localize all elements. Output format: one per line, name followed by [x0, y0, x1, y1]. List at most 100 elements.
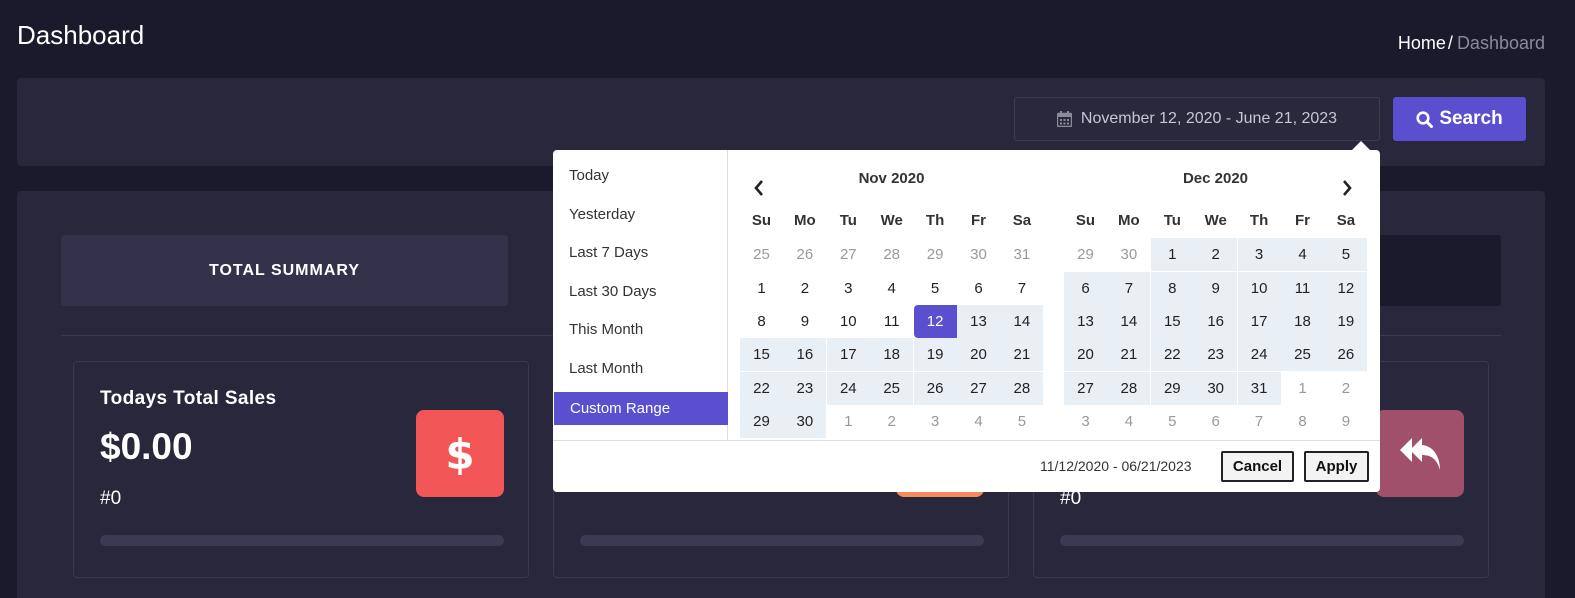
calendar-day-in-range[interactable]: 17 — [826, 338, 870, 371]
calendar-day[interactable]: 4 — [957, 405, 1000, 438]
calendar-day[interactable]: 5 — [1151, 405, 1194, 438]
range-yesterday[interactable]: Yesterday — [554, 198, 728, 231]
range-today[interactable]: Today — [554, 159, 728, 192]
calendar-day[interactable]: 27 — [827, 238, 870, 271]
calendar-day[interactable]: 2 — [1324, 372, 1367, 405]
calendar-day-in-range[interactable]: 10 — [1237, 272, 1281, 305]
calendar-day-in-range[interactable]: 24 — [826, 372, 870, 405]
calendar-day-in-range[interactable]: 7 — [1107, 272, 1151, 305]
calendar-day[interactable]: 8 — [1281, 405, 1324, 438]
calendar-day-in-range[interactable]: 19 — [913, 338, 957, 371]
calendar-day-in-range[interactable]: 28 — [1000, 372, 1044, 405]
calendar-day-in-range[interactable]: 29 — [1150, 372, 1194, 405]
calendar-day-in-range[interactable]: 13 — [957, 305, 1000, 338]
calendar-day-in-range[interactable]: 23 — [1194, 338, 1238, 371]
calendar-day-in-range[interactable]: 29 — [740, 405, 783, 438]
calendar-day-in-range[interactable]: 16 — [783, 338, 827, 371]
calendar-day[interactable]: 3 — [1064, 405, 1107, 438]
calendar-day[interactable]: 2 — [870, 405, 913, 438]
calendar-day-selected-start[interactable]: 12 — [913, 305, 957, 338]
range-custom[interactable]: Custom Range — [554, 392, 728, 425]
calendar-day[interactable]: 5 — [914, 272, 957, 305]
range-this-month[interactable]: This Month — [554, 313, 728, 346]
calendar-day[interactable]: 8 — [740, 305, 783, 338]
calendar-day-in-range[interactable]: 2 — [1194, 238, 1238, 271]
calendar-day-in-range[interactable]: 15 — [1150, 305, 1194, 338]
calendar-day[interactable]: 30 — [1107, 238, 1150, 271]
calendar-day-in-range[interactable]: 17 — [1237, 305, 1281, 338]
calendar-day-in-range[interactable]: 4 — [1281, 238, 1324, 271]
calendar-day-in-range[interactable]: 21 — [1107, 338, 1151, 371]
cancel-button[interactable]: Cancel — [1221, 451, 1294, 482]
calendar-day-in-range[interactable]: 20 — [1064, 338, 1107, 371]
calendar-day-in-range[interactable]: 6 — [1064, 272, 1107, 305]
range-last-7-days[interactable]: Last 7 Days — [554, 236, 728, 269]
calendar-day[interactable]: 28 — [870, 238, 913, 271]
calendar-day-in-range[interactable]: 8 — [1150, 272, 1194, 305]
calendar-day-in-range[interactable]: 12 — [1324, 272, 1368, 305]
calendar-day-in-range[interactable]: 3 — [1237, 238, 1281, 271]
calendar-day-in-range[interactable]: 22 — [1150, 338, 1194, 371]
calendar-day[interactable]: 2 — [783, 272, 826, 305]
calendar-day[interactable]: 10 — [827, 305, 870, 338]
calendar-day-in-range[interactable]: 26 — [913, 372, 957, 405]
calendar-day-in-range[interactable]: 20 — [957, 338, 1000, 371]
calendar-day-in-range[interactable]: 21 — [1000, 338, 1044, 371]
calendar-day-in-range[interactable]: 18 — [1281, 305, 1324, 338]
calendar-day-in-range[interactable]: 27 — [1064, 372, 1107, 405]
calendar-day-in-range[interactable]: 18 — [870, 338, 914, 371]
calendar-day-in-range[interactable]: 25 — [870, 372, 914, 405]
calendar-day[interactable]: 1 — [1281, 372, 1324, 405]
calendar-day[interactable]: 5 — [1000, 405, 1043, 438]
calendar-day-in-range[interactable]: 27 — [957, 372, 1000, 405]
calendar-day[interactable]: 29 — [1064, 238, 1107, 271]
calendar-day-in-range[interactable]: 14 — [1000, 305, 1044, 338]
calendar-day-in-range[interactable]: 23 — [783, 372, 827, 405]
calendar-day[interactable]: 26 — [783, 238, 826, 271]
date-range-input[interactable]: November 12, 2020 - June 21, 2023 — [1014, 97, 1380, 141]
calendar-day[interactable]: 9 — [783, 305, 826, 338]
calendar-day[interactable]: 3 — [914, 405, 957, 438]
calendar-day[interactable]: 1 — [827, 405, 870, 438]
calendar-day-in-range[interactable]: 15 — [740, 338, 783, 371]
calendar-day[interactable]: 7 — [1238, 405, 1281, 438]
calendar-day-in-range[interactable]: 9 — [1194, 272, 1238, 305]
range-last-month[interactable]: Last Month — [554, 352, 728, 385]
calendar-day-in-range[interactable]: 26 — [1324, 338, 1368, 371]
apply-button[interactable]: Apply — [1304, 451, 1369, 482]
range-last-30-days[interactable]: Last 30 Days — [554, 275, 728, 308]
calendar-day-in-range[interactable]: 25 — [1281, 338, 1324, 371]
calendar-day-in-range[interactable]: 1 — [1150, 238, 1194, 271]
calendar-day[interactable]: 1 — [740, 272, 783, 305]
calendar-day-in-range[interactable]: 30 — [1194, 372, 1238, 405]
calendar-day-in-range[interactable]: 16 — [1194, 305, 1238, 338]
calendar-day[interactable]: 29 — [914, 238, 957, 271]
calendar-day-in-range[interactable]: 30 — [783, 405, 827, 438]
calendar-day[interactable]: 6 — [957, 272, 1000, 305]
calendar-day[interactable]: 30 — [957, 238, 1000, 271]
weekday-header: Fr — [971, 212, 986, 229]
calendar-day-in-range[interactable]: 5 — [1324, 238, 1368, 271]
search-button[interactable]: Search — [1393, 97, 1526, 141]
calendar-day-in-range[interactable]: 28 — [1107, 372, 1151, 405]
tab-total-summary[interactable]: TOTAL SUMMARY — [61, 235, 508, 306]
calendar-day-in-range[interactable]: 14 — [1107, 305, 1151, 338]
calendar-day-in-range[interactable]: 13 — [1064, 305, 1107, 338]
calendar-day-in-range[interactable]: 24 — [1237, 338, 1281, 371]
calendar-day-in-range[interactable]: 22 — [740, 372, 783, 405]
calendar-day[interactable]: 4 — [870, 272, 913, 305]
calendar-day-in-range[interactable]: 11 — [1281, 272, 1324, 305]
calendar-day[interactable]: 4 — [1107, 405, 1150, 438]
calendar-day[interactable]: 3 — [827, 272, 870, 305]
breadcrumb-home-link[interactable]: Home — [1398, 33, 1446, 53]
calendar-day[interactable]: 9 — [1324, 405, 1367, 438]
calendar-day[interactable]: 31 — [1000, 238, 1043, 271]
calendar-day[interactable]: 11 — [870, 305, 913, 338]
calendar-day[interactable]: 6 — [1194, 405, 1237, 438]
page-title: Dashboard — [17, 20, 145, 50]
next-month-icon[interactable] — [1339, 178, 1355, 198]
calendar-day-in-range[interactable]: 19 — [1324, 305, 1368, 338]
calendar-day[interactable]: 7 — [1000, 272, 1043, 305]
calendar-day[interactable]: 25 — [740, 238, 783, 271]
calendar-day-in-range[interactable]: 31 — [1237, 372, 1281, 405]
